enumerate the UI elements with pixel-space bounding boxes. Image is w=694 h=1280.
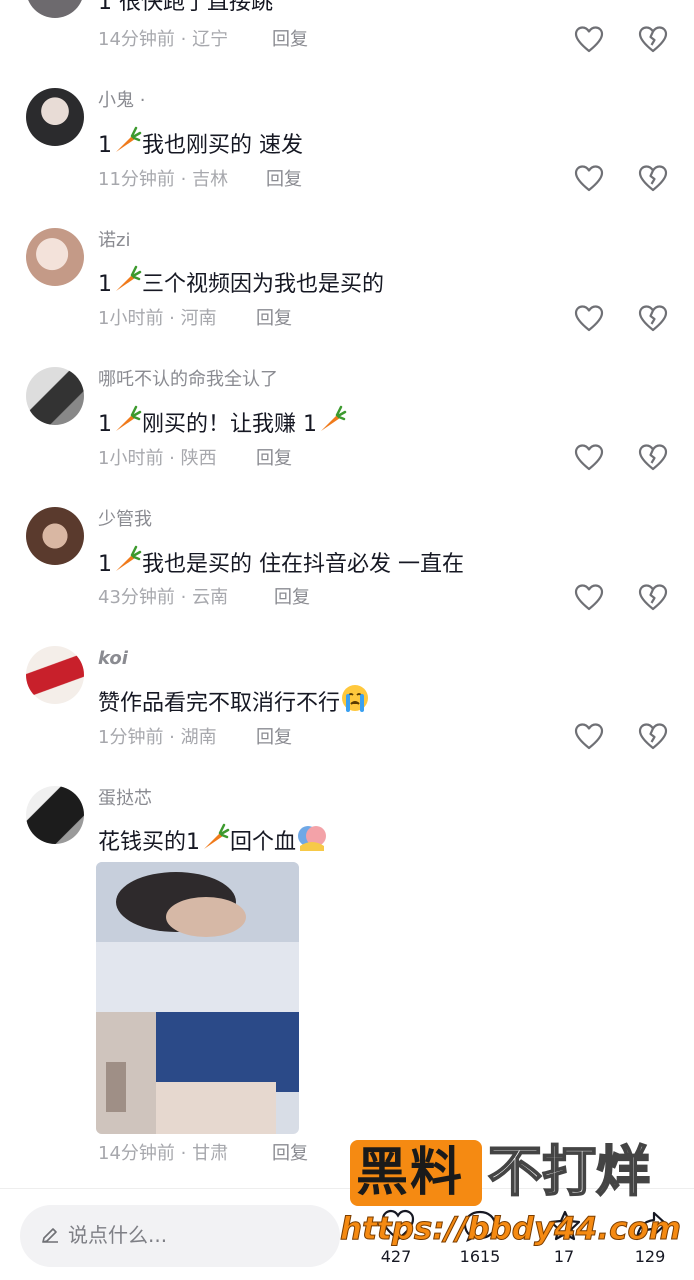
comment-text: 1 三个视频因为我也是买的 [98, 264, 384, 300]
reply-button[interactable]: 回复 [274, 586, 310, 610]
crying-face-emoji-icon [342, 685, 369, 712]
comment-text: 1 我也刚买的 速发 [98, 125, 303, 161]
comment-text: 1 我也是买的 住在抖音必发 一直在 [98, 544, 464, 580]
carrot-icon [116, 405, 142, 431]
comment-meta: 1小时前 · 河南 [98, 308, 217, 329]
carrot-icon [116, 126, 142, 152]
heart-icon[interactable] [574, 25, 604, 55]
watermark-box: 黑料 [350, 1140, 482, 1206]
pencil-icon [42, 1228, 58, 1243]
comment-meta: 11分钟前 · 吉林 [98, 169, 229, 190]
broken-heart-icon[interactable] [638, 25, 668, 55]
carrot-icon [204, 823, 230, 849]
reply-button[interactable]: 回复 [266, 168, 302, 192]
avatar[interactable] [26, 88, 84, 146]
avatar[interactable] [26, 367, 84, 425]
avatar[interactable] [26, 507, 84, 565]
comment-username[interactable]: 诺zi [98, 230, 130, 252]
comment-text: 花钱买的1 回个血 [98, 822, 328, 858]
carrot-icon [116, 265, 142, 291]
reply-button[interactable]: 回复 [256, 307, 292, 331]
heart-icon[interactable] [574, 583, 604, 613]
comment-username[interactable]: 小鬼 · [98, 90, 145, 112]
watermark-right-text: 不打烊 [487, 1140, 651, 1203]
avatar[interactable] [26, 0, 84, 18]
comment-text: 1 很快跑了直接跳 [98, 0, 273, 15]
comment-text: 1 刚买的！让我赚 1 [98, 404, 347, 440]
comment-text: 赞作品看完不取消行不行 [98, 683, 370, 719]
avatar[interactable] [26, 786, 84, 844]
comment-meta: 14分钟前 · 辽宁 [98, 29, 229, 50]
reply-button[interactable]: 回复 [256, 447, 292, 471]
heart-icon[interactable] [574, 304, 604, 334]
hugging-emoji-icon [298, 826, 327, 851]
comment-username[interactable]: 蛋挞芯 [98, 788, 152, 810]
watermark: 黑料 不打烊 https://bbdy44.com [339, 1140, 682, 1280]
avatar[interactable] [26, 228, 84, 286]
comment-username[interactable]: koi [98, 648, 128, 670]
comment-input[interactable]: 说点什么... [20, 1205, 340, 1267]
broken-heart-icon[interactable] [638, 304, 668, 334]
broken-heart-icon[interactable] [638, 722, 668, 752]
reply-button[interactable]: 回复 [272, 1142, 308, 1166]
broken-heart-icon[interactable] [638, 443, 668, 473]
heart-icon[interactable] [574, 443, 604, 473]
comment-meta: 43分钟前 · 云南 [98, 587, 229, 608]
broken-heart-icon[interactable] [638, 583, 668, 613]
heart-icon[interactable] [574, 722, 604, 752]
comment-meta: 1分钟前 · 湖南 [98, 727, 217, 748]
heart-icon[interactable] [574, 164, 604, 194]
broken-heart-icon[interactable] [638, 164, 668, 194]
watermark-url: https://bbdy44.com [339, 1211, 682, 1248]
reply-button[interactable]: 回复 [272, 28, 308, 52]
carrot-icon [116, 545, 142, 571]
blurred-photo [96, 862, 299, 1134]
comment-username[interactable]: 少管我 [98, 509, 152, 531]
comment-input-placeholder: 说点什么... [68, 1223, 168, 1247]
avatar[interactable] [26, 646, 84, 704]
comment-meta: 1小时前 · 陕西 [98, 448, 217, 469]
comment-image[interactable] [96, 862, 299, 1134]
watermark-box-text: 黑料 [356, 1143, 465, 1203]
reply-button[interactable]: 回复 [256, 726, 292, 750]
comment-username[interactable]: 哪吒不认的命我全认了 [98, 369, 278, 391]
carrot-icon [321, 405, 347, 431]
comment-meta: 14分钟前 · 甘肃 [98, 1143, 229, 1164]
